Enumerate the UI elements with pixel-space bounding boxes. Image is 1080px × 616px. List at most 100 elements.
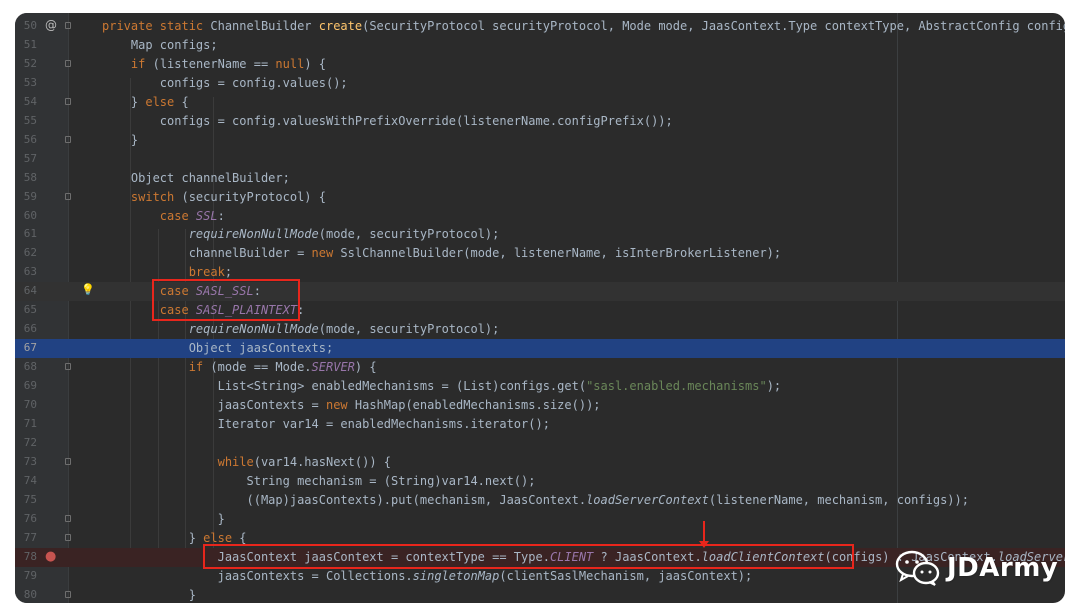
line-number: 74 [23,473,37,487]
code-text: requireNonNullMode(mode, securityProtoco… [188,322,500,337]
line-number: 69 [23,379,37,393]
code-line[interactable]: 58 Object channelBuilder; [15,169,1065,188]
code-text: configs = config.valuesWithPrefixOverrid… [102,113,673,128]
line-number: 76 [23,511,37,525]
code-line[interactable]: 74 String mechanism = (String)var14.next… [15,472,1065,491]
code-line[interactable]: 61 requireNonNullMode(mode, securityProt… [15,225,1065,244]
fold-marker-icon[interactable] [65,590,71,598]
line-number: 50 [23,19,37,32]
code-line[interactable]: 68 if (mode == Mode.SERVER) { [15,358,1065,377]
code-line[interactable]: 60 case SSL: [15,207,1065,226]
arrow-head-icon [699,541,709,548]
code-text: List<String> enabledMechanisms = (List)c… [102,379,782,394]
line-number: 51 [23,37,37,51]
lightbulb-icon[interactable]: 💡 [81,283,95,296]
code-text: Iterator var14 = enabledMechanisms.itera… [102,416,550,431]
code-text: private static ChannelBuilder create(Sec… [102,19,1065,33]
code-text: channelBuilder = new SslChannelBuilder(m… [102,246,782,261]
line-number: 70 [23,398,37,411]
code-line[interactable]: 57 [15,150,1065,169]
code-text: Map configs; [102,37,218,52]
code-text: Object jaasContexts; [102,341,334,356]
line-number: 75 [23,492,37,506]
line-number: 52 [23,56,37,70]
code-line[interactable]: 66 requireNonNullMode(mode, securityProt… [15,320,1065,339]
code-text: } [102,511,225,526]
fold-marker-icon[interactable] [65,192,71,200]
code-text: } [102,132,139,147]
line-number: 64 [23,284,37,298]
fold-marker-icon[interactable] [65,97,71,105]
code-line[interactable]: 69 List<String> enabledMechanisms = (Lis… [15,377,1065,396]
code-text: } else { [102,530,247,545]
code-text: case SSL: [159,208,225,223]
code-text: configs = config.values(); [102,75,348,90]
code-text: jaasContexts = Collections.singletonMap(… [102,568,753,583]
line-number: 59 [23,189,37,203]
code-line[interactable]: 72 [15,434,1065,453]
line-number: 73 [23,454,37,468]
code-text: } else { [102,94,189,109]
fold-marker-icon[interactable] [65,363,71,371]
code-line[interactable]: 67 Object jaasContexts; [15,339,1065,359]
line-number: 72 [23,435,37,449]
code-text: requireNonNullMode(mode, securityProtoco… [188,227,500,242]
fold-marker-icon[interactable] [65,135,71,143]
line-number: 56 [23,132,37,146]
line-number: 65 [23,303,37,317]
code-text: } [102,587,196,602]
code-line[interactable]: 73 while(var14.hasNext()) { [15,453,1065,472]
code-text: if (listenerName == null) { [130,56,327,71]
code-text: String mechanism = (String)var14.next(); [102,473,536,488]
line-number: 78 [23,549,37,563]
fold-marker-icon[interactable] [65,59,71,67]
code-text: while(var14.hasNext()) { [217,454,391,469]
watermark-brand: JDArmy [947,553,1059,583]
line-number: 80 [23,587,37,601]
code-line[interactable]: 52 if (listenerName == null) { [15,55,1065,74]
code-line[interactable]: 54 } else { [15,93,1065,112]
code-editor[interactable]: 50 @ private static ChannelBuilder create(… [15,13,1065,603]
line-number: 62 [23,246,37,260]
line-number: 58 [23,170,37,184]
fold-marker-icon[interactable] [65,22,71,29]
line-number: 68 [23,360,37,374]
fold-marker-icon[interactable] [65,514,71,522]
code-text: break; [188,265,233,280]
code-text: if (mode == Mode.SERVER) { [188,360,377,375]
code-text: ((Map)jaasContexts).put(mechanism, JaasC… [102,492,969,507]
code-line[interactable]: 56 } [15,131,1065,150]
line-number: 54 [23,94,37,108]
code-line[interactable]: 71 Iterator var14 = enabledMechanisms.it… [15,415,1065,434]
code-line[interactable]: 53 configs = config.values(); [15,74,1065,93]
code-line[interactable]: 62 channelBuilder = new SslChannelBuilde… [15,244,1065,263]
line-number: 77 [23,530,37,544]
line-number: 67 [23,341,37,355]
override-annotation-icon[interactable]: @ [45,18,57,32]
code-line[interactable]: 80 } [15,586,1065,604]
line-number: 79 [23,568,37,582]
fold-marker-icon[interactable] [65,533,71,541]
wechat-icon [895,550,940,586]
breakpoint-icon[interactable]: ● [45,549,56,564]
line-number: 60 [23,208,37,222]
highlight-box-sasl-cases [152,279,300,321]
watermark: JDArmy [895,548,1058,588]
code-line[interactable]: 55 configs = config.valuesWithPrefixOver… [15,112,1065,131]
code-line[interactable]: 70 jaasContexts = new HashMap(enabledMec… [15,396,1065,415]
code-line[interactable]: 50 @ private static ChannelBuilder create(… [15,17,1065,36]
code-text: Object channelBuilder; [102,170,290,185]
highlight-box-jaas-context-line [203,544,854,569]
line-number: 71 [23,416,37,430]
code-line[interactable]: 51 Map configs; [15,36,1065,55]
line-number: 61 [23,227,37,241]
code-line[interactable]: 75 ((Map)jaasContexts).put(mechanism, Ja… [15,491,1065,510]
line-number: 66 [23,322,37,336]
code-line[interactable]: 59 switch (securityProtocol) { [15,188,1065,207]
line-number: 57 [23,151,37,165]
code-line[interactable]: 76 } [15,510,1065,529]
line-number: 53 [23,75,37,89]
fold-marker-icon[interactable] [65,457,71,465]
code-text: jaasContexts = new HashMap(enabledMechan… [102,398,601,412]
code-text: switch (securityProtocol) { [130,189,326,204]
